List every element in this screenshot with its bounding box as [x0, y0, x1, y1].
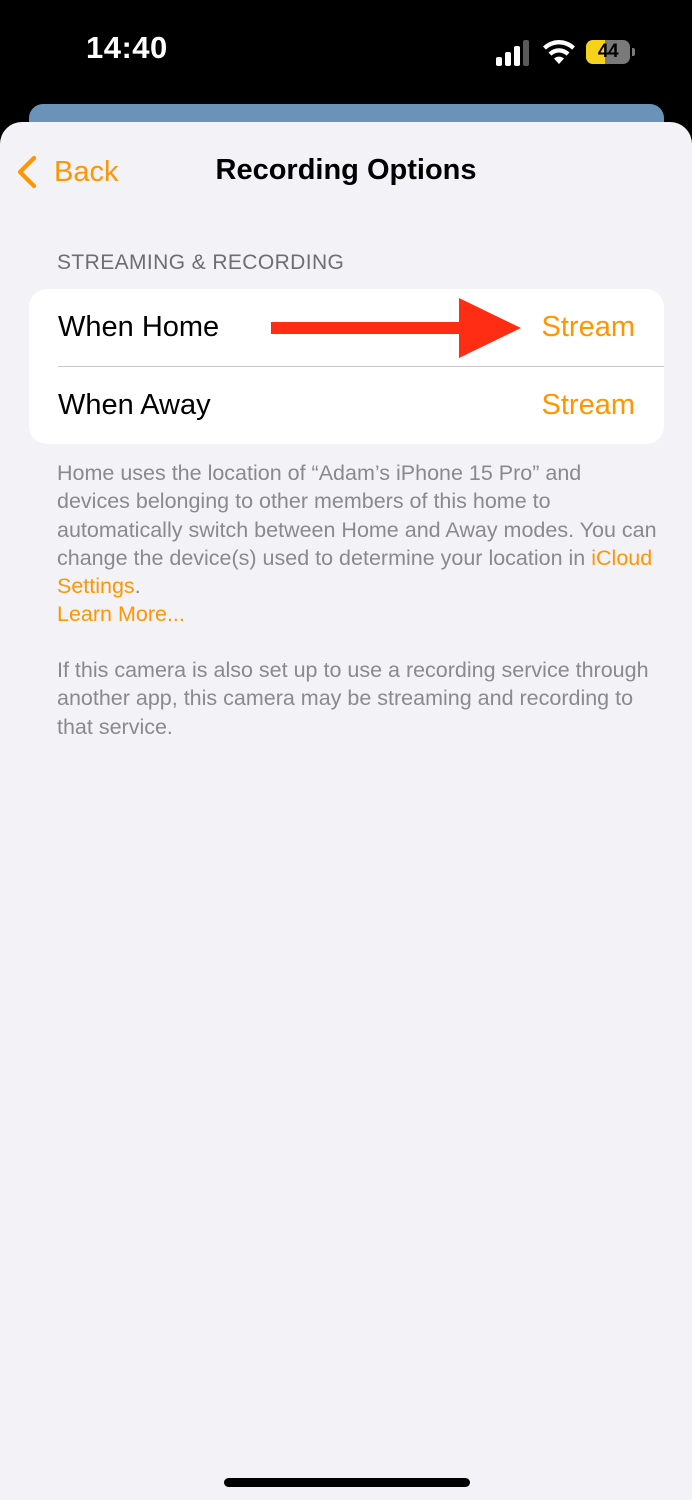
status-time: 14:40 [86, 30, 168, 65]
streaming-recording-group: When Home Stream When Away Stream [29, 289, 664, 444]
battery-nub [632, 48, 635, 56]
location-info-period: . [134, 574, 141, 599]
recording-service-note: If this camera is also set up to use a r… [57, 658, 649, 739]
battery-level: 44 [597, 41, 619, 62]
when-home-label: When Home [58, 311, 220, 343]
learn-more-link[interactable]: Learn More... [57, 602, 185, 626]
recording-options-sheet: Recording Options Back STREAMING & RECOR… [0, 122, 692, 1500]
when-away-value: Stream [541, 389, 635, 421]
location-info-body: Home uses the location of “Adam’s iPhone… [57, 461, 657, 570]
when-home-row[interactable]: When Home Stream [29, 289, 664, 367]
when-away-label: When Away [58, 389, 211, 421]
section-header: STREAMING & RECORDING [57, 251, 345, 274]
when-home-value: Stream [541, 311, 635, 343]
signal-bar [514, 46, 520, 66]
wifi-icon [543, 40, 575, 64]
battery-icon: 44 [586, 40, 630, 64]
status-bar: 14:40 44 [0, 0, 692, 104]
back-button[interactable]: Back [14, 152, 118, 192]
home-indicator [224, 1478, 470, 1487]
navigation-bar: Recording Options Back [0, 122, 692, 222]
back-label: Back [54, 155, 119, 188]
chevron-left-icon [17, 155, 37, 189]
signal-bar [496, 57, 502, 66]
signal-bar [505, 52, 511, 66]
location-info-text: Home uses the location of “Adam’s iPhone… [57, 459, 657, 629]
cellular-signal-icon [496, 38, 532, 66]
signal-bar [523, 40, 529, 66]
status-icons: 44 [496, 38, 646, 66]
when-away-row[interactable]: When Away Stream [29, 367, 664, 444]
annotation-arrow-icon [271, 298, 521, 358]
